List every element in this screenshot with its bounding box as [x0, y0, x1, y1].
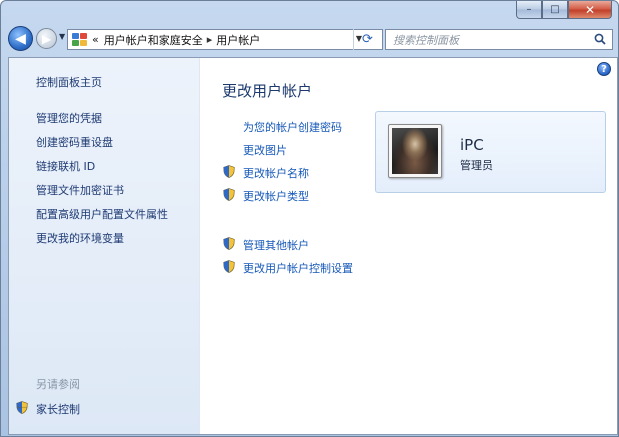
page-title: 更改用户帐户 — [222, 82, 313, 100]
caption-buttons: – □ ✕ — [516, 1, 612, 20]
sidebar-change-environment-variables[interactable]: 更改我的环境变量 — [36, 230, 124, 246]
task-change-account-name[interactable]: 更改帐户名称 — [243, 165, 309, 181]
control-panel-window: – □ ✕ ◀ ▶ ▼ « 用户帐户和家庭安全 ▸ 用户帐户 ▼ ⟳ 搜索控制面… — [0, 0, 619, 437]
search-placeholder: 搜索控制面板 — [393, 33, 459, 47]
sidebar-advanced-profile-properties[interactable]: 配置高级用户配置文件属性 — [36, 206, 168, 222]
minimize-button[interactable]: – — [516, 1, 542, 19]
content-area: 控制面板主页 管理您的凭据 创建密码重设盘 链接联机 ID 管理文件加密证书 配… — [8, 57, 618, 435]
task-change-account-type[interactable]: 更改帐户类型 — [243, 188, 309, 204]
back-button[interactable]: ◀ — [8, 26, 33, 51]
refresh-button[interactable]: ⟳ — [353, 29, 381, 50]
breadcrumb-overflow[interactable]: « — [92, 33, 99, 46]
see-also-heading: 另请参阅 — [36, 378, 80, 391]
maximize-button[interactable]: □ — [542, 1, 568, 19]
task-manage-other-accounts[interactable]: 管理其他帐户 — [243, 237, 309, 253]
control-panel-icon — [72, 32, 88, 47]
arrow-left-icon: ◀ — [15, 30, 26, 47]
close-button[interactable]: ✕ — [568, 1, 612, 19]
uac-shield-icon — [223, 237, 235, 250]
forward-button[interactable]: ▶ — [36, 28, 57, 49]
user-picture — [392, 128, 438, 174]
user-role: 管理员 — [460, 159, 493, 172]
task-change-picture[interactable]: 更改图片 — [243, 142, 287, 158]
breadcrumb-user-accounts-family-safety[interactable]: 用户帐户和家庭安全 — [104, 32, 203, 48]
breadcrumb-user-accounts[interactable]: 用户帐户 — [216, 32, 260, 48]
sidebar-control-panel-home[interactable]: 控制面板主页 — [36, 74, 102, 90]
uac-shield-icon — [223, 165, 235, 178]
address-bar[interactable]: « 用户帐户和家庭安全 ▸ 用户帐户 ▼ — [67, 29, 383, 50]
sidebar-manage-credentials[interactable]: 管理您的凭据 — [36, 110, 102, 126]
user-name: iPC — [460, 136, 484, 154]
user-account-card: iPC 管理员 — [375, 111, 606, 193]
arrow-right-icon: ▶ — [41, 31, 52, 46]
sidebar-parental-controls[interactable]: 家长控制 — [36, 401, 80, 417]
uac-shield-icon — [16, 401, 28, 414]
uac-shield-icon — [223, 260, 235, 273]
task-change-uac-settings[interactable]: 更改用户帐户控制设置 — [243, 260, 353, 276]
refresh-icon: ⟳ — [362, 32, 373, 47]
task-sidebar: 控制面板主页 管理您的凭据 创建密码重设盘 链接联机 ID 管理文件加密证书 配… — [9, 58, 200, 434]
sidebar-link-online-id[interactable]: 链接联机 ID — [36, 158, 95, 174]
uac-shield-icon — [223, 188, 235, 201]
recent-pages-dropdown[interactable]: ▼ — [59, 32, 65, 41]
search-icon — [594, 33, 606, 45]
breadcrumb-separator[interactable]: ▸ — [207, 33, 213, 46]
avatar — [388, 124, 442, 178]
task-create-password[interactable]: 为您的帐户创建密码 — [243, 119, 342, 135]
chevron-down-icon: ▼ — [59, 32, 66, 41]
search-input[interactable]: 搜索控制面板 — [385, 29, 613, 50]
sidebar-manage-encryption-certificates[interactable]: 管理文件加密证书 — [36, 182, 124, 198]
navigation-bar: ◀ ▶ ▼ « 用户帐户和家庭安全 ▸ 用户帐户 ▼ ⟳ 搜索控制面板 — [1, 25, 618, 53]
help-icon[interactable]: ? — [597, 62, 611, 76]
sidebar-create-password-reset-disk[interactable]: 创建密码重设盘 — [36, 134, 113, 150]
